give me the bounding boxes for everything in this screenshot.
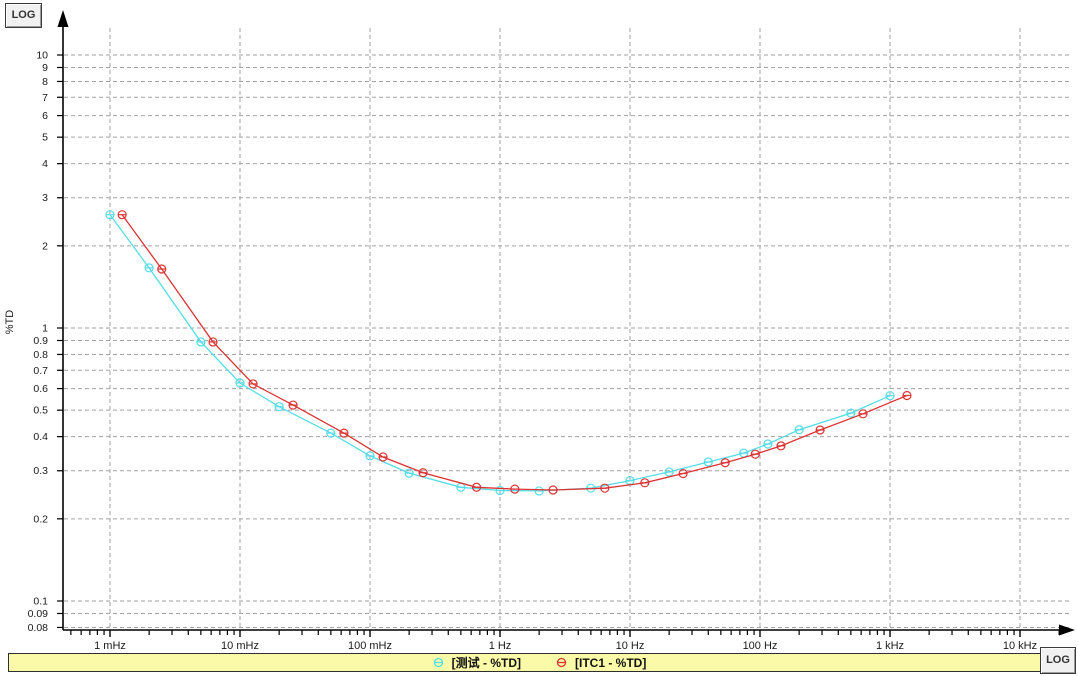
y-tick-label: 0.7	[33, 365, 48, 377]
y-tick-label: 0.3	[33, 465, 48, 477]
legend-marker-icon	[555, 657, 568, 668]
legend-marker-icon	[432, 657, 445, 668]
y-axis-title: %TD	[4, 310, 16, 334]
y-tick-label: 8	[42, 76, 48, 88]
x-tick-label: 100 Hz	[743, 640, 778, 652]
y-tick-label: 2	[42, 240, 48, 252]
x-tick-label: 1 Hz	[489, 640, 512, 652]
legend-item-label: [测试 - %TD]	[452, 657, 521, 669]
y-tick-label: 9	[42, 62, 48, 74]
y-tick-label: 0.09	[28, 608, 49, 620]
x-tick-label: 10 kHz	[1003, 640, 1037, 652]
x-tick-label: 100 mHz	[348, 640, 392, 652]
x-tick-label: 1 mHz	[94, 640, 126, 652]
y-tick-label: 0.5	[33, 405, 48, 417]
y-tick-label: 0.1	[33, 596, 48, 608]
x-axis-arrow-icon	[1059, 625, 1075, 636]
x-tick-label: 10 mHz	[221, 640, 259, 652]
y-tick-label: 0.4	[33, 431, 48, 443]
app-window: LOG 1 mHz10 mHz100 mHz1 Hz10 Hz100 Hz1 k…	[0, 0, 1078, 676]
x-tick-label: 10 Hz	[616, 640, 645, 652]
y-tick-label: 0.08	[28, 622, 49, 634]
y-tick-label: 1	[42, 323, 48, 335]
y-tick-label: 10	[36, 50, 48, 62]
legend-item-1[interactable]: [ITC1 - %TD]	[555, 657, 646, 669]
y-tick-label: 0.6	[33, 383, 48, 395]
y-tick-label: 0.8	[33, 349, 48, 361]
legend-bar: [测试 - %TD] [ITC1 - %TD]	[8, 653, 1070, 672]
y-tick-label: 7	[42, 92, 48, 104]
y-tick-label: 4	[42, 158, 48, 170]
y-tick-label: 5	[42, 132, 48, 144]
y-tick-label: 6	[42, 110, 48, 122]
y-tick-label: 0.2	[33, 513, 48, 525]
legend-item-0[interactable]: [测试 - %TD]	[432, 657, 521, 669]
plot-svg: 1 mHz10 mHz100 mHz1 Hz10 Hz100 Hz1 kHz10…	[0, 0, 1078, 676]
y-tick-label: 3	[42, 192, 48, 204]
y-tick-label: 0.9	[33, 335, 48, 347]
legend-item-label: [ITC1 - %TD]	[575, 657, 646, 669]
y-axis-arrow-icon	[58, 10, 69, 27]
x-tick-label: 1 kHz	[876, 640, 904, 652]
log-scale-button-bottom[interactable]: LOG	[1040, 647, 1076, 674]
